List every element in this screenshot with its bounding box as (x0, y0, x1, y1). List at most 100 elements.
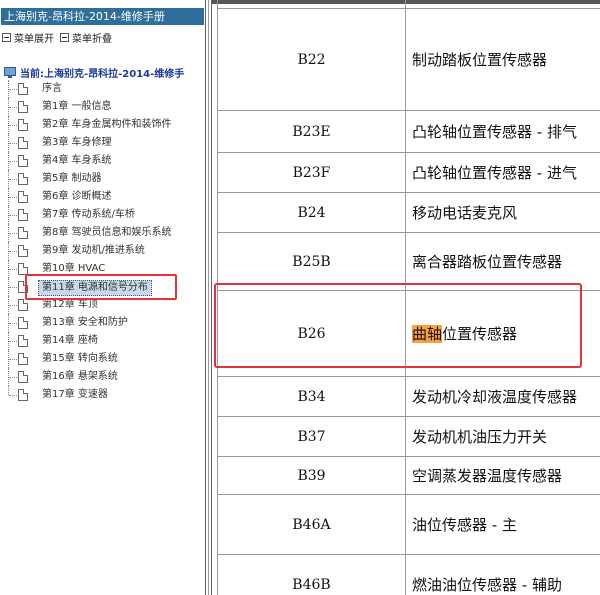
tree-item[interactable]: 第15章 转向系统 (0, 350, 206, 368)
menu-expand-label: 菜单展开 (14, 33, 54, 45)
tree-item[interactable]: 第8章 驾驶员信息和娱乐系统 (0, 224, 206, 242)
code-cell: B46A (217, 494, 406, 555)
code-cell: B34 (217, 376, 406, 417)
tree-item[interactable]: 第1章 一般信息 (0, 98, 206, 116)
tree-item-label[interactable]: 第3章 车身修理 (42, 136, 112, 150)
tree-item[interactable]: 序言 (0, 80, 206, 98)
document-icon (18, 137, 28, 149)
description-cell: 发动机机油压力开关 (405, 416, 600, 457)
tree-item-label[interactable]: 序言 (42, 82, 62, 96)
document-icon (18, 101, 28, 113)
description-cell: 离合器踏板位置传感器 (405, 232, 600, 291)
document-icon (18, 209, 28, 221)
document-icon (18, 281, 28, 293)
tree-item[interactable]: 第10章 HVAC (0, 260, 206, 278)
table-row: B39 空调蒸发器温度传感器 (217, 456, 600, 495)
document-icon (18, 173, 28, 185)
expand-icon (2, 32, 11, 42)
document-icon (18, 317, 28, 329)
tree-root-node[interactable]: 当前:上海别克-昂科拉-2014-维修手 (4, 64, 184, 80)
tree-root-label: 当前:上海别克-昂科拉-2014-维修手 (20, 68, 185, 80)
tree-item-label[interactable]: 第16章 悬架系统 (42, 370, 118, 384)
code-cell: B26 (217, 290, 406, 377)
tree-item-label[interactable]: 第6章 诊断概述 (42, 190, 112, 204)
document-icon (18, 191, 28, 203)
document-icon (18, 263, 28, 275)
tree-item[interactable]: 第6章 诊断概述 (0, 188, 206, 206)
description-cell: 曲轴位置传感器 (405, 290, 600, 377)
code-cell: B23F (217, 152, 406, 193)
document-icon (18, 335, 28, 347)
tree-item[interactable]: 第17章 变速器 (0, 386, 206, 404)
tree-item-label[interactable]: 第9章 发动机/推进系统 (42, 244, 145, 258)
code-cell: B25B (217, 232, 406, 291)
description-cell: 发动机冷却液温度传感器 (405, 376, 600, 417)
description-cell (405, 0, 600, 9)
document-icon (18, 299, 28, 311)
content-pane: B22 制动踏板位置传感器 B23E 凸轮轴位置传感器 - 排气 B23F 凸轮… (212, 0, 600, 595)
tree-item-label[interactable]: 第13章 安全和防护 (42, 316, 128, 330)
code-cell: B39 (217, 456, 406, 495)
tree-item[interactable]: 第5章 制动器 (0, 170, 206, 188)
description-cell: 制动踏板位置传感器 (405, 8, 600, 111)
code-cell: B46B (217, 554, 406, 595)
table-row: B24 移动电话麦克风 (217, 192, 600, 233)
menu-collapse-button[interactable]: 菜单折叠 (60, 30, 112, 45)
table-row: B46B 燃油油位传感器 - 辅助 (217, 554, 600, 595)
tree-item[interactable]: 第2章 车身金属构件和装饰件 (0, 116, 206, 134)
tree-item[interactable]: 第7章 传动系统/车桥 (0, 206, 206, 224)
code-cell (217, 0, 406, 9)
search-highlight: 曲轴 (412, 325, 443, 343)
tree-toolbar: 菜单展开 菜单折叠 (2, 30, 112, 45)
table-row: B23E 凸轮轴位置传感器 - 排气 (217, 110, 600, 153)
tree-item-label[interactable]: 第2章 车身金属构件和装饰件 (42, 118, 172, 132)
description-cell: 油位传感器 - 主 (405, 494, 600, 555)
tree-item[interactable]: 第16章 悬架系统 (0, 368, 206, 386)
tree-item-label[interactable]: 第17章 变速器 (42, 388, 108, 402)
tree-item-label[interactable]: 第10章 HVAC (42, 262, 105, 276)
code-cell: B24 (217, 192, 406, 233)
pane-splitter[interactable] (205, 0, 212, 595)
tree-item[interactable]: 第13章 安全和防护 (0, 314, 206, 332)
table-row: B46A 油位传感器 - 主 (217, 494, 600, 555)
document-icon (18, 83, 28, 95)
tree-item-label[interactable]: 第12章 车顶 (42, 298, 98, 312)
table-row: B25B 离合器踏板位置传感器 (217, 232, 600, 291)
collapse-icon (60, 32, 69, 42)
description-cell: 空调蒸发器温度传感器 (405, 456, 600, 495)
tree-item-label[interactable]: 第11章 电源和信号分布 (38, 280, 152, 296)
tree-item-label[interactable]: 第14章 座椅 (42, 334, 98, 348)
document-icon (18, 155, 28, 167)
description-cell: 移动电话麦克风 (405, 192, 600, 233)
connector-table: B22 制动踏板位置传感器 B23E 凸轮轴位置传感器 - 排气 B23F 凸轮… (217, 0, 600, 595)
code-cell: B37 (217, 416, 406, 457)
description-cell: 凸轮轴位置传感器 - 进气 (405, 152, 600, 193)
tree-item-label[interactable]: 第15章 转向系统 (42, 352, 118, 366)
table-row (217, 0, 600, 9)
tree-item[interactable]: 第12章 车顶 (0, 296, 206, 314)
description-cell: 凸轮轴位置传感器 - 排气 (405, 110, 600, 153)
tree-item[interactable]: 第9章 发动机/推进系统 (0, 242, 206, 260)
tree-item[interactable]: 第3章 车身修理 (0, 134, 206, 152)
tree-item-selected[interactable]: 第11章 电源和信号分布 (0, 278, 206, 296)
document-icon (18, 353, 28, 365)
tree-item[interactable]: 第14章 座椅 (0, 332, 206, 350)
table-row: B23F 凸轮轴位置传感器 - 进气 (217, 152, 600, 193)
tree-item-label[interactable]: 第4章 车身系统 (42, 154, 112, 168)
document-icon (18, 227, 28, 239)
table-row-highlighted: B26 曲轴位置传感器 (217, 290, 600, 377)
computer-icon (4, 66, 17, 79)
menu-expand-button[interactable]: 菜单展开 (2, 30, 54, 45)
tree-item-label[interactable]: 第7章 传动系统/车桥 (42, 208, 135, 222)
tree-item-label[interactable]: 第1章 一般信息 (42, 100, 112, 114)
document-icon (18, 371, 28, 383)
tree-item-label[interactable]: 第8章 驾驶员信息和娱乐系统 (42, 226, 172, 240)
document-icon (18, 245, 28, 257)
tree-item[interactable]: 第4章 车身系统 (0, 152, 206, 170)
tree-title: 上海别克-昂科拉-2014-维修手册 (1, 8, 204, 25)
document-icon (18, 119, 28, 131)
tree-item-label[interactable]: 第5章 制动器 (42, 172, 102, 186)
table-row: B34 发动机冷却液温度传感器 (217, 376, 600, 417)
code-cell: B22 (217, 8, 406, 111)
description-rest: 位置传感器 (442, 325, 518, 343)
